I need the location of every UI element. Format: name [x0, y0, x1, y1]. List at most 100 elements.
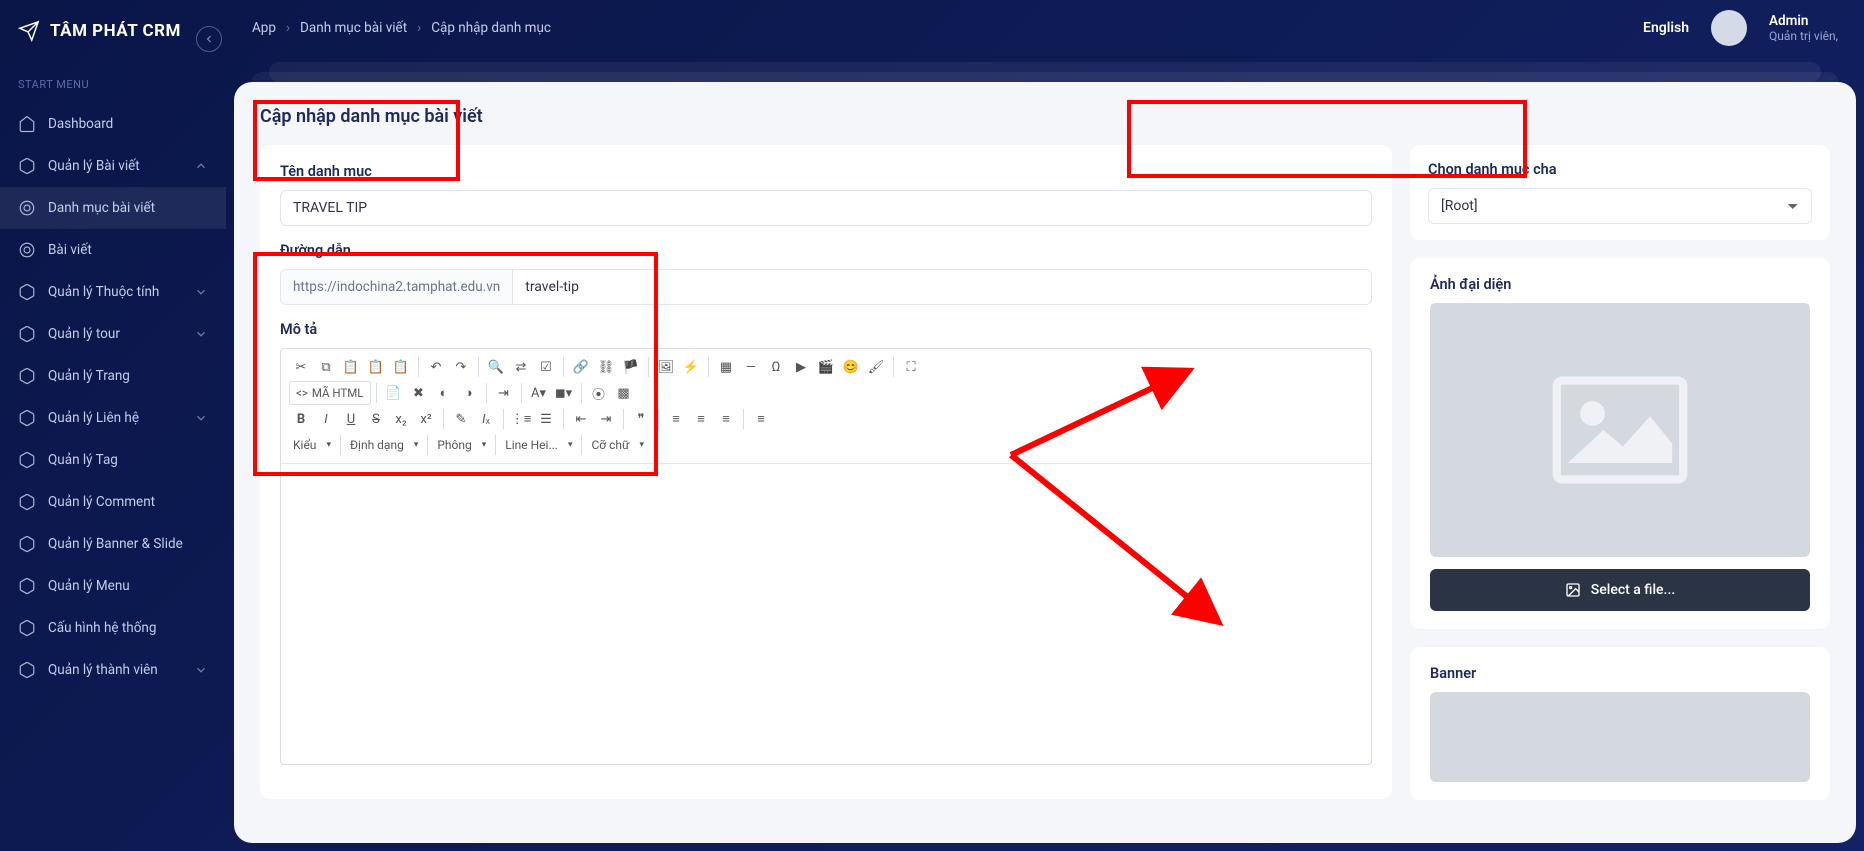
style1-icon[interactable]: ◐	[432, 381, 456, 405]
bold-icon[interactable]: B	[289, 407, 313, 431]
desc-label: Mô tả	[280, 321, 1372, 338]
bulletlist-icon[interactable]: ☰	[534, 407, 558, 431]
image-icon[interactable]: 🖼	[654, 355, 678, 379]
smiley-icon[interactable]: 😊	[839, 355, 863, 379]
indent-icon[interactable]: ⇥	[492, 381, 516, 405]
anchor-icon[interactable]: 🏴	[619, 355, 643, 379]
textcolor-icon[interactable]: A▾	[527, 381, 551, 405]
unlink-icon[interactable]: ⛓	[594, 355, 618, 379]
cut-icon[interactable]: ✂	[289, 355, 313, 379]
replace-icon[interactable]: ⇄	[509, 355, 533, 379]
specialchar-icon[interactable]: Ω	[764, 355, 788, 379]
avatar-panel: Ảnh đại diện Select a file...	[1410, 258, 1830, 629]
formatting-icon[interactable]: Iₓ	[474, 407, 498, 431]
cube-icon	[18, 577, 36, 595]
nav-quan-ly-comment[interactable]: Quản lý Comment	[0, 481, 226, 523]
underline-icon[interactable]: U	[339, 407, 363, 431]
sidebar-collapse-button[interactable]	[196, 26, 222, 52]
selectall-icon[interactable]: ☑	[534, 355, 558, 379]
nav-quan-ly-tour[interactable]: Quản lý tour	[0, 313, 226, 355]
size-select[interactable]: Cỡ chữ	[587, 433, 648, 457]
cube-icon	[18, 157, 36, 175]
nav-bai-viet[interactable]: Bài viết	[0, 229, 226, 271]
topbar: App › Danh mục bài viết › Cập nhập danh …	[226, 0, 1864, 56]
target-icon	[18, 199, 36, 217]
nav-danh-muc-bai-viet[interactable]: Danh mục bài viết	[0, 187, 226, 229]
avatar[interactable]	[1711, 10, 1747, 46]
nav-quan-ly-banner[interactable]: Quản lý Banner & Slide	[0, 523, 226, 565]
editor-toolbar: ✂ ⧉ 📋 📋 📋 ↶ ↷	[281, 349, 1371, 464]
chevron-down-icon	[194, 327, 208, 341]
content-card: Cập nhập danh mục bài viết Tên danh mục …	[234, 82, 1856, 843]
lineheight-select[interactable]: Line Hei...	[501, 433, 576, 457]
name-input[interactable]	[280, 190, 1372, 226]
quote-icon[interactable]: ❞	[629, 407, 653, 431]
cube-icon	[18, 619, 36, 637]
source-button[interactable]: <> MÃ HTML	[289, 381, 371, 405]
numberedlist-icon[interactable]: ⋮≡	[509, 407, 533, 431]
redo-icon[interactable]: ↷	[449, 355, 473, 379]
italic-icon[interactable]: I	[314, 407, 338, 431]
outdent-icon[interactable]: ⇤	[569, 407, 593, 431]
strike-icon[interactable]: S	[364, 407, 388, 431]
format-select[interactable]: Định dạng	[346, 433, 422, 457]
language-toggle[interactable]: English	[1643, 20, 1689, 36]
select-file-button[interactable]: Select a file...	[1430, 569, 1810, 611]
editor-body[interactable]	[281, 464, 1371, 764]
hr-icon[interactable]: —	[739, 355, 763, 379]
nav-quan-ly-menu[interactable]: Quản lý Menu	[0, 565, 226, 607]
menu-section-label: START MENU	[0, 50, 226, 103]
paste-word-icon[interactable]: 📋	[389, 355, 413, 379]
justify-icon[interactable]: ≡	[749, 407, 773, 431]
nav-quan-ly-bai-viet[interactable]: Quản lý Bài viết	[0, 145, 226, 187]
cube-icon	[18, 661, 36, 679]
user-info: Admin Quản trị viên,	[1769, 13, 1838, 43]
style-select[interactable]: Kiểu	[289, 433, 335, 457]
parent-select[interactable]: [Root]	[1428, 188, 1812, 224]
subscript-icon[interactable]: x₂	[389, 407, 413, 431]
removeformat-icon[interactable]: ✎	[449, 407, 473, 431]
banner-label: Banner	[1430, 665, 1810, 682]
nav-quan-ly-thanh-vien[interactable]: Quản lý thành viên	[0, 649, 226, 691]
table-icon[interactable]: ▦	[714, 355, 738, 379]
indent2-icon[interactable]: ⇥	[594, 407, 618, 431]
nav-cau-hinh[interactable]: Cấu hình hệ thống	[0, 607, 226, 649]
nav-quan-ly-tag[interactable]: Quản lý Tag	[0, 439, 226, 481]
bgcolor -icon[interactable]: ◼▾	[552, 381, 576, 405]
cube-icon	[18, 409, 36, 427]
maximize-icon[interactable]: ⛶	[899, 355, 923, 379]
style2-icon[interactable]: ◑	[457, 381, 481, 405]
copy-icon[interactable]: ⧉	[314, 355, 338, 379]
alignleft-icon[interactable]: ≡	[664, 407, 688, 431]
parent-label: Chọn danh mục cha	[1428, 161, 1812, 178]
media-icon[interactable]: 🎬	[814, 355, 838, 379]
flash-icon[interactable]: ⚡	[679, 355, 703, 379]
paste-text-icon[interactable]: 📋	[364, 355, 388, 379]
template-icon[interactable]: 📄	[382, 381, 406, 405]
superscript-icon[interactable]: x²	[414, 407, 438, 431]
clear-icon[interactable]: ✖	[407, 381, 431, 405]
undo-icon[interactable]: ↶	[424, 355, 448, 379]
crumb-app[interactable]: App	[252, 20, 276, 36]
page-title: Cập nhập danh mục bài viết	[260, 106, 1830, 127]
nav-quan-ly-trang[interactable]: Quản lý Trang	[0, 355, 226, 397]
nav-quan-ly-thuoc-tinh[interactable]: Quản lý Thuộc tính	[0, 271, 226, 313]
alignright-icon[interactable]: ≡	[714, 407, 738, 431]
nav-quan-ly-lien-he[interactable]: Quản lý Liên hệ	[0, 397, 226, 439]
find-icon[interactable]: 🔍	[484, 355, 508, 379]
link-icon[interactable]: 🔗	[569, 355, 593, 379]
record-icon[interactable]: ⦿	[587, 381, 611, 405]
image-placeholder-icon	[1550, 375, 1690, 485]
youtube-icon[interactable]: ▶	[789, 355, 813, 379]
paste-icon[interactable]: 📋	[339, 355, 363, 379]
crumb-lv1[interactable]: Danh mục bài viết	[300, 20, 407, 36]
font-select[interactable]: Phông	[433, 433, 490, 457]
nav-dashboard[interactable]: Dashboard	[0, 103, 226, 145]
brush-icon[interactable]: 🖌	[864, 355, 888, 379]
aligncenter-icon[interactable]: ≡	[689, 407, 713, 431]
brand: TÂM PHÁT CRM	[0, 20, 226, 50]
parent-panel: Chọn danh mục cha [Root]	[1410, 145, 1830, 240]
form-panel: Tên danh mục Đường dẫn https://indochina…	[260, 145, 1392, 799]
path-input[interactable]	[512, 269, 1372, 305]
qr-icon[interactable]: ▩	[612, 381, 636, 405]
